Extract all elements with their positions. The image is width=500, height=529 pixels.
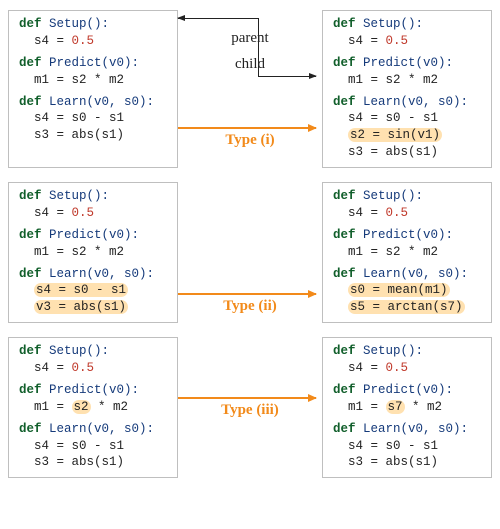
code-box-right-1: def Setup(): s4 = 0.5 def Predict(v0): m… <box>322 10 492 168</box>
label-parent: parent <box>231 28 268 48</box>
code-box-left-3: def Setup(): s4 = 0.5 def Predict(v0): m… <box>8 337 178 478</box>
mutation-row-1: def Setup(): s4 = 0.5 def Predict(v0): m… <box>8 10 492 168</box>
middle-column-2: Type (ii) <box>178 182 322 323</box>
code-num: 0.5 <box>72 34 95 48</box>
changed-token: s7 <box>386 400 405 414</box>
replaced-line: s4 = s0 - s1 <box>34 283 128 297</box>
fn-predict: Predict(v0): <box>49 56 139 70</box>
code-text: m1 = s2 * m2 <box>34 73 124 87</box>
code-box-left-1: def Setup(): s4 = 0.5 def Predict(v0): m… <box>8 10 178 168</box>
code-text: s4 = s0 - s1 <box>34 111 124 125</box>
arrow-type-1 <box>178 127 316 129</box>
fn-learn: Learn(v0, s0): <box>49 95 154 109</box>
code-box-right-3: def Setup(): s4 = 0.5 def Predict(v0): m… <box>322 337 492 478</box>
code-box-right-2: def Setup(): s4 = 0.5 def Predict(v0): m… <box>322 182 492 323</box>
arrow-child <box>258 76 316 77</box>
fn-setup: Setup(): <box>49 17 109 31</box>
changed-token: s2 <box>72 400 91 414</box>
arrow-type-2 <box>178 293 316 295</box>
middle-column-3: Type (iii) <box>178 337 322 478</box>
replaced-line: s5 = arctan(s7) <box>348 300 465 314</box>
code-text: s4 = <box>34 34 72 48</box>
mutation-row-3: def Setup(): s4 = 0.5 def Predict(v0): m… <box>8 337 492 478</box>
replaced-line: v3 = abs(s1) <box>34 300 128 314</box>
mutation-row-2: def Setup(): s4 = 0.5 def Predict(v0): m… <box>8 182 492 323</box>
kw-def: def <box>19 17 42 31</box>
inserted-line: s2 = sin(v1) <box>348 128 442 142</box>
replaced-line: s0 = mean(m1) <box>348 283 450 297</box>
arrow-parent <box>178 18 258 19</box>
label-child: child <box>235 54 265 74</box>
label-type-3: Type (iii) <box>221 400 279 420</box>
middle-column-1: parent child Type (i) <box>178 10 322 168</box>
label-type-2: Type (ii) <box>223 296 276 316</box>
arrow-type-3 <box>178 397 316 399</box>
code-box-left-2: def Setup(): s4 = 0.5 def Predict(v0): m… <box>8 182 178 323</box>
label-type-1: Type (i) <box>225 130 274 150</box>
code-text: s3 = abs(s1) <box>34 128 124 142</box>
